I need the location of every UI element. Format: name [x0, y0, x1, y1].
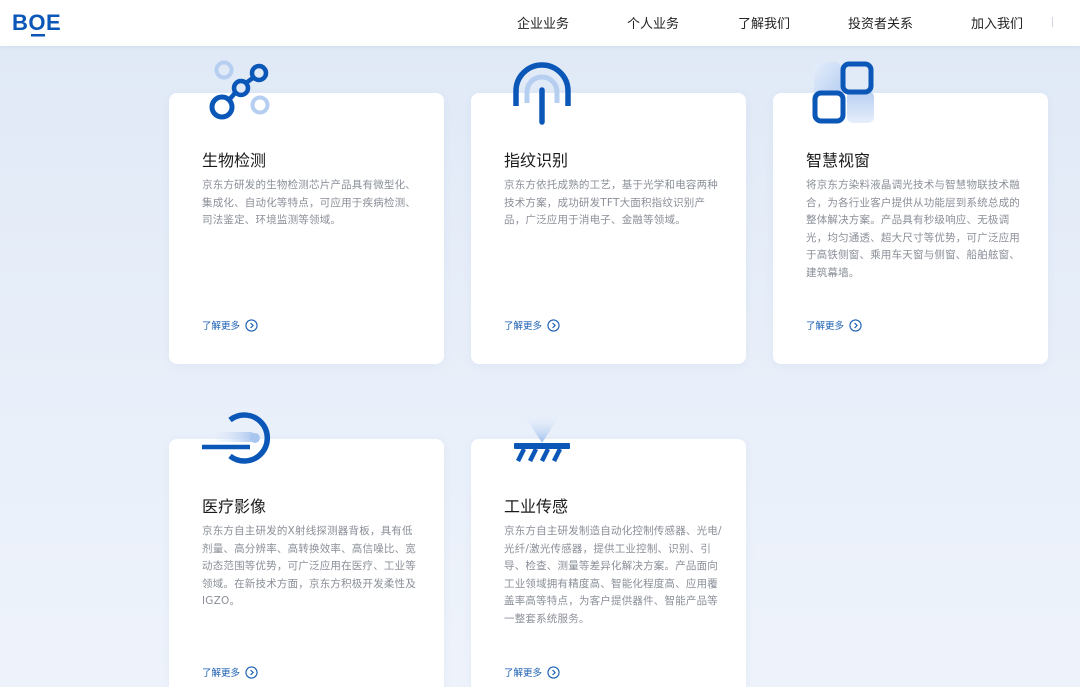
main-nav: 企业业务 个人业务 了解我们 投资者关系 加入我们	[0, 0, 1080, 46]
nav-enterprise-business[interactable]: 企业业务	[517, 13, 569, 32]
arrow-circle-icon	[849, 318, 862, 332]
learn-more-label: 了解更多	[202, 321, 241, 332]
xray-scan-icon	[202, 412, 271, 464]
nav-personal-business[interactable]: 个人业务	[627, 13, 679, 32]
card-title: 指纹识别	[504, 151, 569, 170]
card-smart-window: 智慧视窗 将京东方染料液晶调光技术与智慧物联技术融合，为各行业客户提供从功能层到…	[773, 93, 1048, 364]
card-description: 京东方依托成熟的工艺，基于光学和电容两种技术方案，成功研发TFT大面积指纹识别产…	[504, 179, 718, 226]
card-description: 将京东方染料液晶调光技术与智慧物联技术融合，为各行业客户提供从功能层到系统总成的…	[806, 179, 1020, 279]
card-bio-detection: 生物检测 京东方研发的生物检测芯片产品具有微型化、集成化、自动化等特点，可应用于…	[169, 93, 444, 364]
industrial-sensor-icon	[514, 415, 570, 463]
smart-window-icon	[812, 61, 874, 124]
arrow-circle-icon	[547, 318, 560, 332]
learn-more-link[interactable]: 了解更多	[202, 665, 258, 679]
card-title: 医疗影像	[202, 497, 267, 516]
card-description: 京东方研发的生物检测芯片产品具有微型化、集成化、自动化等特点，可应用于疾病检测、…	[202, 179, 416, 226]
top-header: BOE 企业业务 个人业务 了解我们 投资者关系 加入我们	[0, 0, 1080, 46]
nav-divider	[1052, 17, 1053, 27]
nav-join-us[interactable]: 加入我们	[971, 13, 1023, 32]
learn-more-link[interactable]: 了解更多	[806, 318, 862, 332]
nav-about-us[interactable]: 了解我们	[738, 13, 790, 32]
learn-more-link[interactable]: 了解更多	[504, 665, 560, 679]
molecule-icon	[209, 60, 270, 120]
card-industrial-sensing: 工业传感 京东方自主研发制造自动化控制传感器、光电/光纤/激光传感器，提供工业控…	[471, 439, 746, 687]
learn-more-label: 了解更多	[806, 321, 845, 332]
card-description: 京东方自主研发制造自动化控制传感器、光电/光纤/激光传感器，提供工业控制、识别、…	[504, 525, 722, 625]
learn-more-label: 了解更多	[504, 321, 543, 332]
learn-more-label: 了解更多	[504, 668, 543, 679]
arrow-circle-icon	[547, 665, 560, 679]
card-title: 生物检测	[202, 151, 267, 170]
card-fingerprint-recognition: 指纹识别 京东方依托成熟的工艺，基于光学和电容两种技术方案，成功研发TFT大面积…	[471, 93, 746, 364]
card-medical-imaging: 医疗影像 京东方自主研发的X射线探测器背板，具有低剂量、高分辨率、高转换效率、高…	[169, 439, 444, 687]
learn-more-link[interactable]: 了解更多	[504, 318, 560, 332]
card-title: 智慧视窗	[806, 151, 871, 170]
fingerprint-icon	[513, 62, 571, 125]
arrow-circle-icon	[245, 318, 258, 332]
learn-more-link[interactable]: 了解更多	[202, 318, 258, 332]
arrow-circle-icon	[245, 665, 258, 679]
card-description: 京东方自主研发的X射线探测器背板，具有低剂量、高分辨率、高转换效率、高信噪比、宽…	[202, 525, 416, 607]
card-title: 工业传感	[504, 497, 569, 516]
learn-more-label: 了解更多	[202, 668, 241, 679]
nav-investor-relations[interactable]: 投资者关系	[848, 13, 913, 32]
